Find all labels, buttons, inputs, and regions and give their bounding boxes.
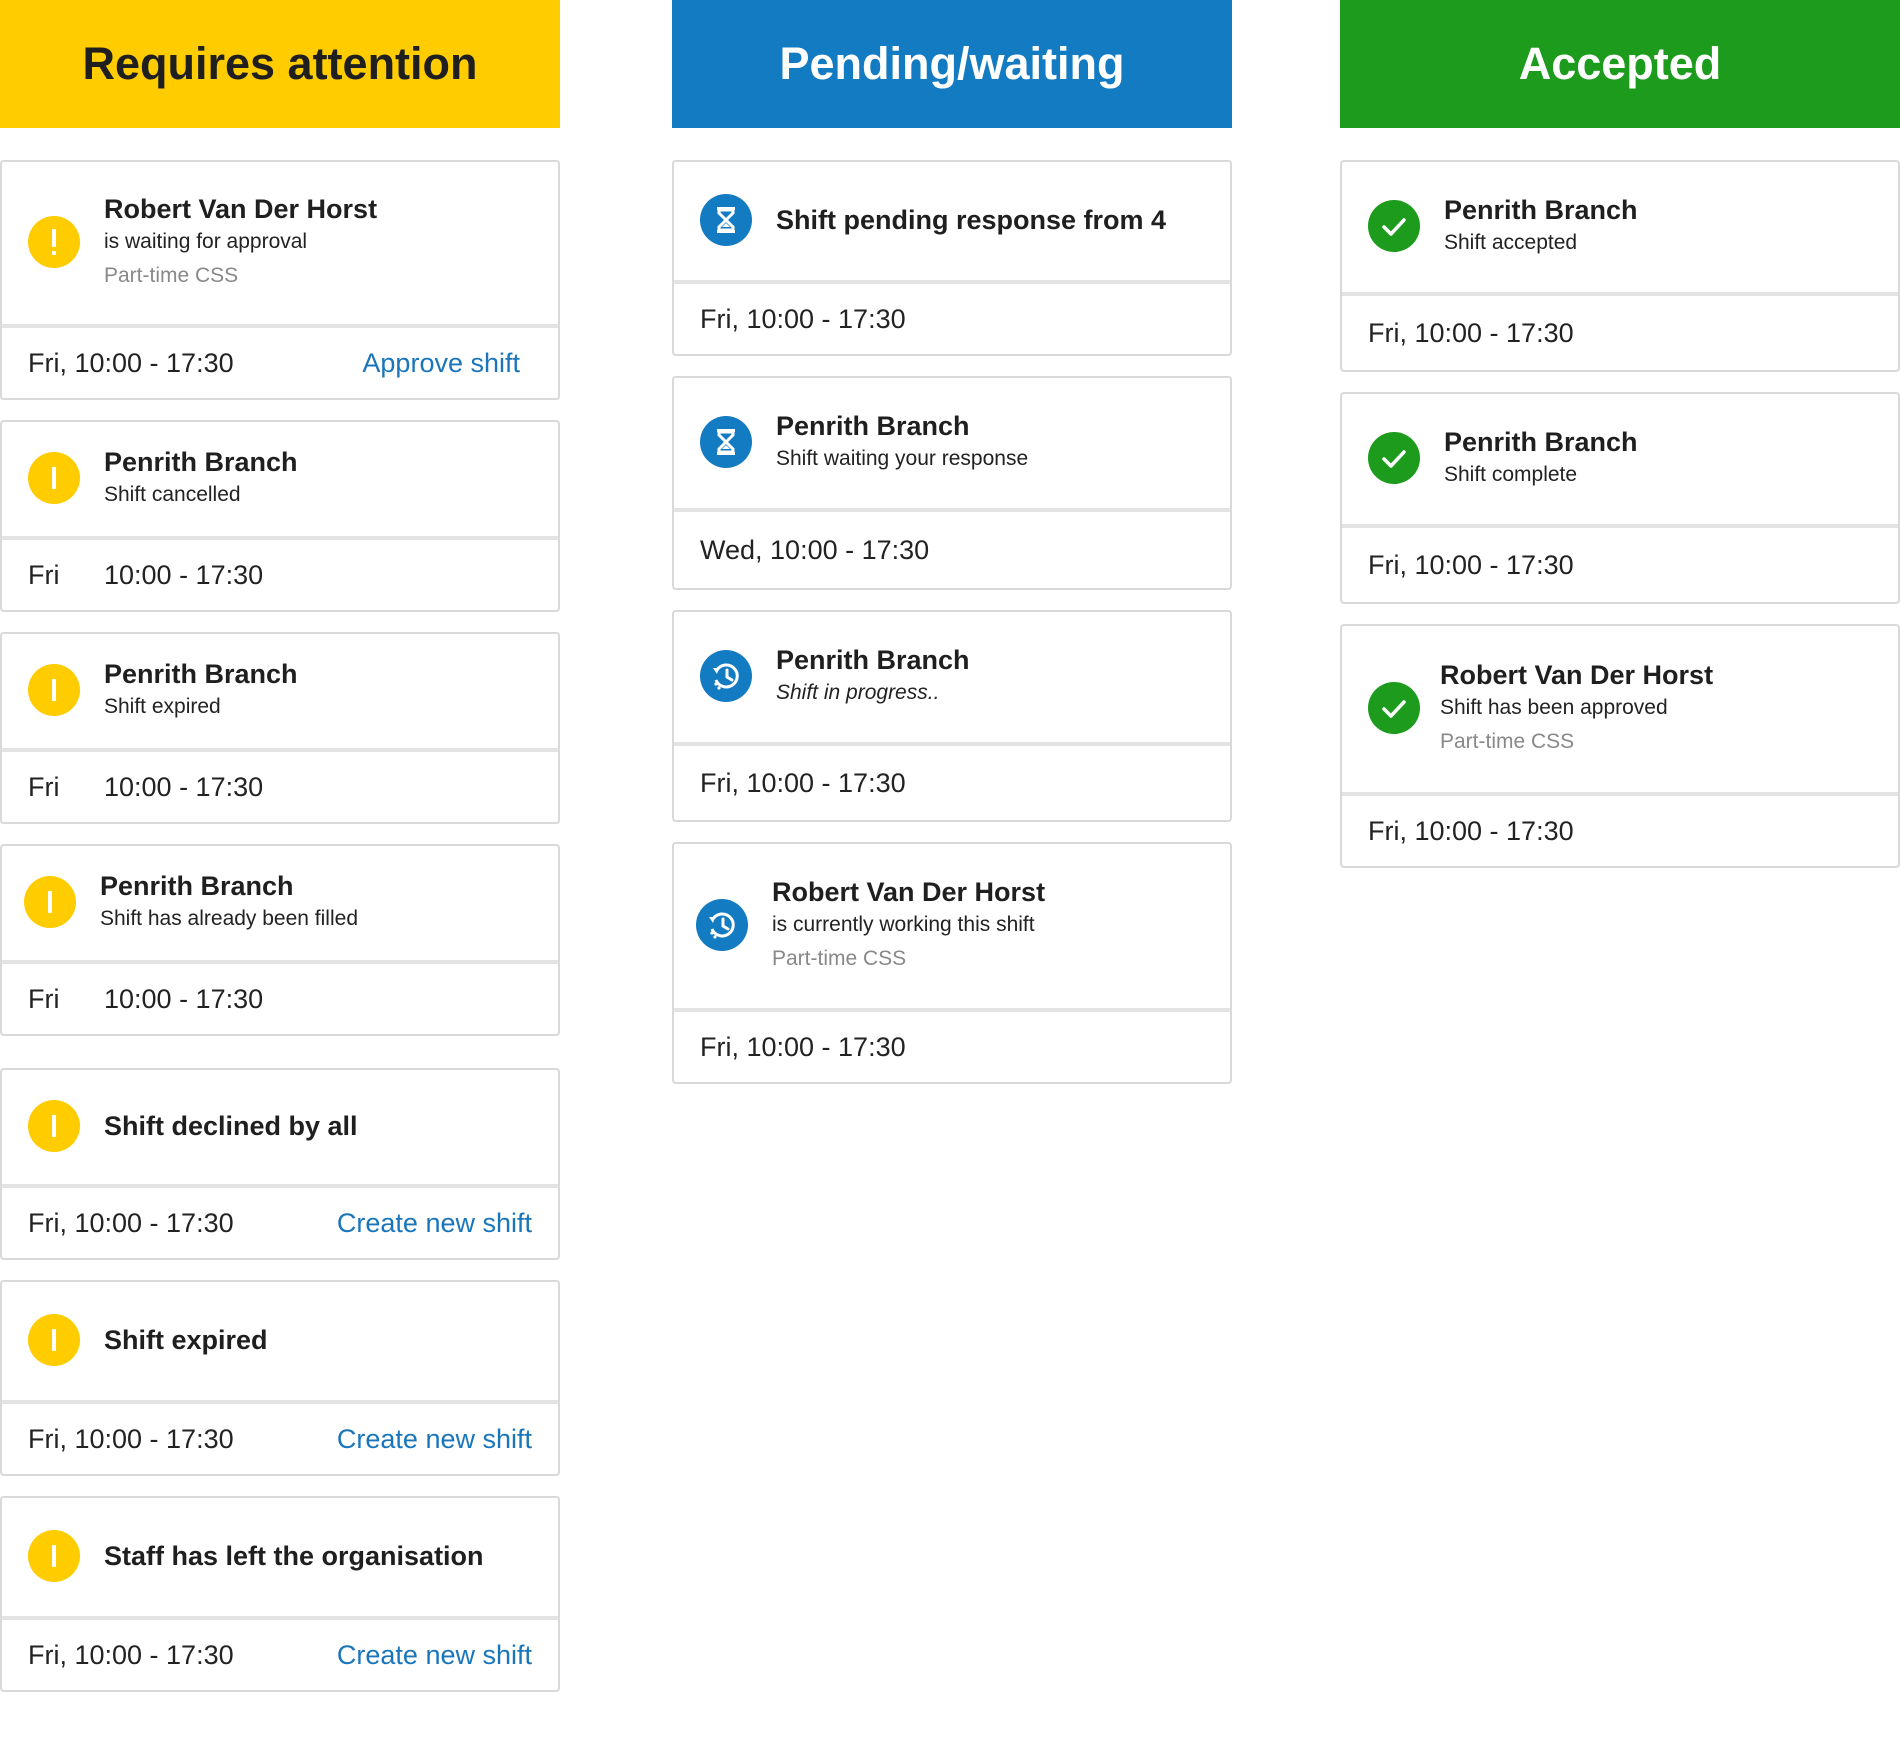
card-title: Robert Van Der Horst [1440, 660, 1714, 690]
card-subtitle: Shift has been approved [1440, 696, 1668, 719]
shift-time: 10:00 - 17:30 [104, 559, 264, 590]
card-subtitle: Shift accepted [1444, 231, 1578, 254]
hourglass-icon [700, 194, 752, 246]
shift-day: Fri [28, 559, 60, 590]
shift-time: Fri, 10:00 - 17:30 [1368, 815, 1574, 846]
card-title: Penrith Branch [776, 645, 970, 675]
shift-time: 10:00 - 17:30 [104, 771, 264, 802]
shift-card[interactable]: Penrith Branch Shift has already been fi… [0, 844, 560, 1036]
shift-card[interactable]: Penrith Branch Shift in progress.. Fri, … [672, 610, 1232, 822]
card-subtitle: Shift complete [1444, 463, 1578, 486]
shift-time: Fri, 10:00 - 17:30 [700, 767, 906, 798]
shift-card[interactable]: Shift declined by all Fri, 10:00 - 17:30… [0, 1068, 560, 1260]
shift-card[interactable]: Shift pending response from 4 Fri, 10:00… [672, 160, 1232, 356]
exclamation-icon [28, 664, 80, 716]
shift-card[interactable]: Penrith Branch Shift waiting your respon… [672, 376, 1232, 590]
shift-time: Fri, 10:00 - 17:30 [28, 1639, 234, 1670]
card-role: Part-time CSS [772, 947, 907, 970]
column-header-requires-attention: Requires attention [0, 0, 560, 128]
card-title: Penrith Branch [100, 871, 294, 901]
create-new-shift-link[interactable]: Create new shift [337, 1424, 532, 1455]
shift-card[interactable]: Shift expired Fri, 10:00 - 17:30 Create … [0, 1280, 560, 1476]
approve-shift-link[interactable]: Approve shift [362, 348, 520, 379]
card-role: Part-time CSS [1440, 730, 1575, 753]
shift-time: Fri, 10:00 - 17:30 [28, 1207, 234, 1238]
column-title: Accepted [1518, 38, 1722, 89]
shift-status-board: Requires attention Robert Van Der Horst … [0, 0, 1900, 1740]
shift-card[interactable]: Penrith Branch Shift accepted Fri, 10:00… [1340, 160, 1900, 372]
check-icon [1368, 682, 1420, 734]
card-title: Robert Van Der Horst [772, 877, 1046, 907]
shift-card[interactable]: Robert Van Der Horst Shift has been appr… [1340, 624, 1900, 868]
exclamation-icon [28, 216, 80, 268]
card-subtitle: Shift waiting your response [776, 447, 1029, 470]
column-title: Pending/waiting [779, 38, 1125, 89]
card-title: Shift pending response from 4 [776, 205, 1167, 235]
exclamation-icon [24, 876, 76, 928]
exclamation-icon [28, 1100, 80, 1152]
card-subtitle: Shift has already been filled [100, 907, 358, 930]
shift-day: Fri [28, 771, 60, 802]
shift-time: Fri, 10:00 - 17:30 [700, 1031, 906, 1062]
shift-time: Fri, 10:00 - 17:30 [700, 303, 906, 334]
card-title: Shift expired [104, 1325, 268, 1355]
card-title: Penrith Branch [104, 447, 298, 477]
card-subtitle: Shift expired [104, 695, 221, 718]
card-title: Penrith Branch [776, 411, 970, 441]
shift-card[interactable]: Robert Van Der Horst is waiting for appr… [0, 160, 560, 400]
shift-card[interactable]: Penrith Branch Shift complete Fri, 10:00… [1340, 392, 1900, 604]
exclamation-icon [28, 1314, 80, 1366]
create-new-shift-link[interactable]: Create new shift [337, 1208, 532, 1239]
card-title: Staff has left the organisation [104, 1541, 484, 1571]
shift-time: Fri, 10:00 - 17:30 [1368, 549, 1574, 580]
card-role: Part-time CSS [104, 264, 239, 287]
card-title: Penrith Branch [104, 659, 298, 689]
create-new-shift-link[interactable]: Create new shift [337, 1640, 532, 1671]
column-accepted: Accepted Penrith Branch Shift accepted F… [1340, 0, 1900, 888]
shift-time: Wed, 10:00 - 17:30 [700, 534, 930, 565]
check-icon [1368, 200, 1420, 252]
shift-card[interactable]: Robert Van Der Horst is currently workin… [672, 842, 1232, 1084]
hourglass-icon [700, 416, 752, 468]
clock-progress-icon [700, 650, 752, 702]
card-subtitle: is currently working this shift [772, 913, 1035, 936]
card-subtitle: is waiting for approval [104, 230, 308, 253]
card-title: Robert Van Der Horst [104, 194, 378, 224]
card-title: Penrith Branch [1444, 427, 1638, 457]
shift-card[interactable]: Penrith Branch Shift cancelled Fri 10:00… [0, 420, 560, 612]
shift-day: Fri [28, 983, 60, 1014]
column-pending-waiting: Pending/waiting Shift pending response f… [672, 0, 1232, 1104]
exclamation-icon [28, 452, 80, 504]
shift-time: Fri, 10:00 - 17:30 [28, 347, 234, 378]
shift-time: 10:00 - 17:30 [104, 983, 264, 1014]
shift-time: Fri, 10:00 - 17:30 [28, 1423, 234, 1454]
card-title: Shift declined by all [104, 1111, 358, 1141]
shift-card[interactable]: Staff has left the organisation Fri, 10:… [0, 1496, 560, 1692]
shift-time: Fri, 10:00 - 17:30 [1368, 317, 1574, 348]
column-header-pending-waiting: Pending/waiting [672, 0, 1232, 128]
card-subtitle: Shift cancelled [104, 483, 241, 506]
check-icon [1368, 432, 1420, 484]
column-title: Requires attention [82, 38, 478, 89]
clock-progress-icon [696, 899, 748, 951]
card-subtitle: Shift in progress.. [776, 681, 940, 704]
exclamation-icon [28, 1530, 80, 1582]
card-title: Penrith Branch [1444, 195, 1638, 225]
column-header-accepted: Accepted [1340, 0, 1900, 128]
column-requires-attention: Requires attention Robert Van Der Horst … [0, 0, 560, 1712]
shift-card[interactable]: Penrith Branch Shift expired Fri 10:00 -… [0, 632, 560, 824]
